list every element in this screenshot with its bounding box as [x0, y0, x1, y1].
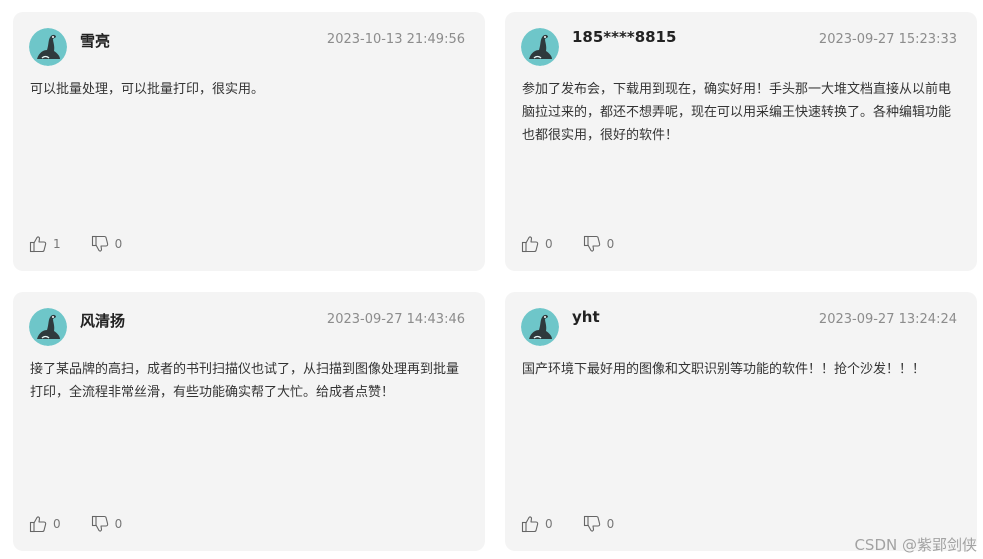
dislike-count: 0 — [114, 237, 123, 251]
dislike-button[interactable]: 0 — [583, 515, 615, 533]
user-avatar[interactable] — [521, 308, 559, 346]
user-avatar[interactable] — [29, 28, 67, 66]
username: 风清扬 — [80, 312, 126, 330]
like-count: 0 — [545, 517, 553, 531]
username: 雪亮 — [80, 32, 111, 50]
dislike-button[interactable]: 0 — [91, 515, 123, 533]
comment-text: 接了某品牌的高扫，成者的书刊扫描仪也试了，从扫描到图像处理再到批量打印，全流程非… — [30, 362, 460, 400]
seal-avatar-icon — [29, 308, 67, 346]
username: 185****8815 — [572, 28, 677, 46]
comment-card: 雪亮 2023-10-13 21:49:56 可以批量处理，可以批量打印，很实用… — [13, 12, 485, 271]
like-count: 1 — [53, 237, 61, 251]
comment-timestamp: 2023-09-27 14:43:46 — [326, 312, 465, 327]
comment-text: 参加了发布会，下载用到现在，确实好用！手头那一大堆文档直接从以前电脑拉过来的，都… — [522, 82, 952, 143]
comment-card: yht 2023-09-27 13:24:24 国产环境下最好用的图像和文职识别… — [505, 292, 977, 551]
username: yht — [572, 308, 600, 326]
like-button[interactable]: 0 — [521, 515, 553, 533]
comment-actions: 1 0 — [29, 234, 122, 254]
dislike-button[interactable]: 0 — [583, 235, 615, 253]
thumbs-up-icon — [29, 236, 47, 253]
seal-avatar-icon — [521, 308, 559, 346]
like-count: 0 — [545, 237, 553, 251]
user-avatar[interactable] — [521, 28, 559, 66]
dislike-button[interactable]: 0 — [91, 235, 123, 253]
comment-card: 185****8815 2023-09-27 15:23:33 参加了发布会，下… — [505, 12, 977, 271]
dislike-count: 0 — [606, 237, 615, 251]
comment-actions: 0 0 — [29, 514, 122, 534]
like-count: 0 — [53, 517, 61, 531]
thumbs-down-icon — [583, 515, 600, 532]
user-avatar[interactable] — [29, 308, 67, 346]
like-button[interactable]: 0 — [29, 515, 61, 533]
comment-timestamp: 2023-09-27 13:24:24 — [818, 312, 957, 327]
comment-timestamp: 2023-09-27 15:23:33 — [818, 32, 957, 47]
thumbs-up-icon — [521, 516, 539, 533]
thumbs-up-icon — [29, 516, 47, 533]
like-button[interactable]: 0 — [521, 235, 553, 253]
comment-timestamp: 2023-10-13 21:49:56 — [326, 32, 465, 47]
comment-actions: 0 0 — [521, 234, 614, 254]
dislike-count: 0 — [114, 517, 123, 531]
comment-actions: 0 0 — [521, 514, 614, 534]
dislike-count: 0 — [606, 517, 615, 531]
thumbs-down-icon — [91, 235, 108, 252]
comment-text: 可以批量处理，可以批量打印，很实用。 — [30, 82, 265, 97]
comment-grid: 雪亮 2023-10-13 21:49:56 可以批量处理，可以批量打印，很实用… — [0, 0, 983, 559]
seal-avatar-icon — [29, 28, 67, 66]
csdn-watermark: CSDN @紫郢剑侠 — [854, 536, 977, 554]
comment-text: 国产环境下最好用的图像和文职识别等功能的软件！！抢个沙发！！！ — [522, 362, 926, 377]
like-button[interactable]: 1 — [29, 235, 61, 253]
thumbs-down-icon — [91, 515, 108, 532]
comment-card: 风清扬 2023-09-27 14:43:46 接了某品牌的高扫，成者的书刊扫描… — [13, 292, 485, 551]
thumbs-up-icon — [521, 236, 539, 253]
seal-avatar-icon — [521, 28, 559, 66]
thumbs-down-icon — [583, 235, 600, 252]
